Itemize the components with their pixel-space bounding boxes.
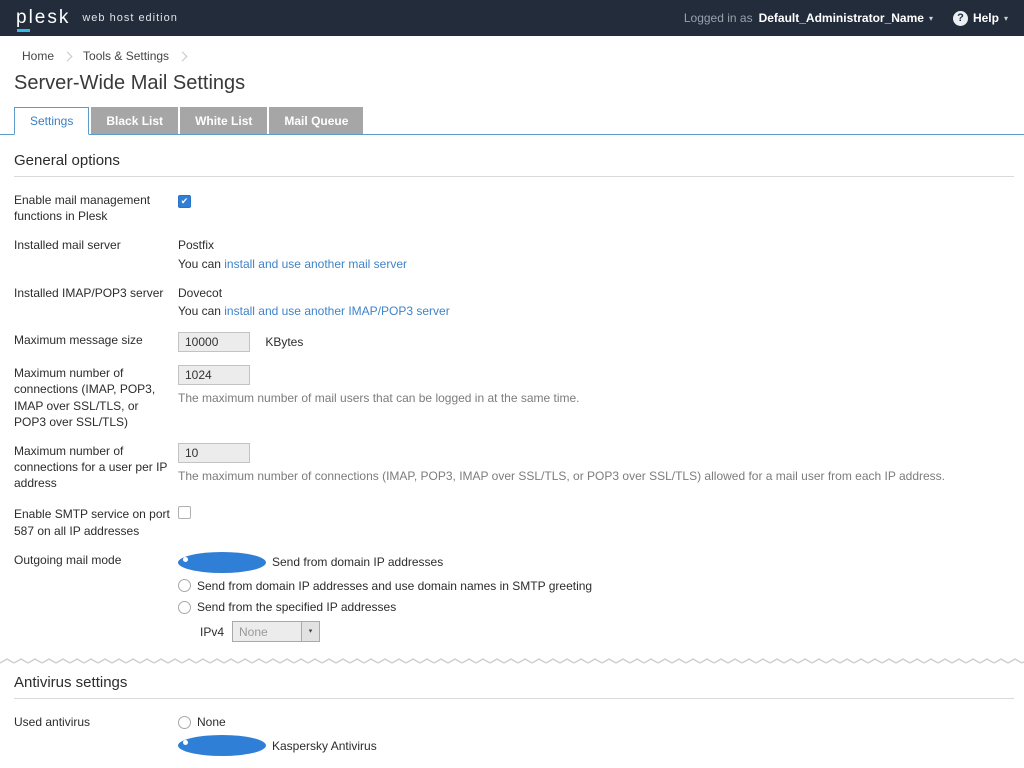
radio-label: Kaspersky Antivirus — [272, 738, 377, 754]
max-message-size-input[interactable] — [178, 332, 250, 352]
ipv4-select[interactable]: None ▾ — [232, 621, 320, 642]
tab-white-list[interactable]: White List — [180, 107, 267, 134]
form-row-outgoing-mail-mode: Outgoing mail mode Send from domain IP a… — [14, 552, 1014, 642]
note-prefix: You can — [178, 257, 224, 271]
form-row-mail-server: Installed mail server Postfix You can in… — [14, 237, 1014, 271]
note-prefix: You can — [178, 304, 224, 318]
imap-server-note: You can install and use another IMAP/POP… — [178, 303, 1014, 319]
chevron-down-icon: ▾ — [1004, 14, 1008, 23]
outgoing-option-domain-ip-smtp-greeting[interactable]: Send from domain IP addresses and use do… — [178, 578, 1014, 594]
form-row-smtp-587: Enable SMTP service on port 587 on all I… — [14, 506, 1014, 538]
field-label: Maximum number of connections for a user… — [14, 443, 170, 492]
radio-label: Send from the specified IP addresses — [197, 599, 396, 615]
imap-server-value: Dovecot — [178, 285, 1014, 301]
section-heading-general-options: General options — [14, 135, 1014, 177]
check-icon: ✔ — [181, 197, 189, 206]
help-label: Help — [973, 11, 999, 25]
page-title: Server-Wide Mail Settings — [0, 63, 1024, 107]
top-header: plesk web host edition Logged in as Defa… — [0, 0, 1024, 36]
field-label: Maximum message size — [14, 332, 170, 352]
header-right: Logged in as Default_Administrator_Name … — [684, 11, 1008, 26]
form-row-max-connections-per-ip: Maximum number of connections for a user… — [14, 443, 1014, 492]
radio-label: Send from domain IP addresses and use do… — [197, 578, 592, 594]
tab-mail-queue[interactable]: Mail Queue — [269, 107, 363, 134]
outgoing-option-specified-ip[interactable]: Send from the specified IP addresses — [178, 599, 1014, 615]
radio-label: Send from domain IP addresses — [272, 554, 443, 570]
field-label: Enable mail management functions in Ples… — [14, 192, 170, 224]
edition-label: web host edition — [82, 12, 178, 24]
unit-label: KBytes — [265, 335, 303, 349]
ipv4-selected-value: None — [233, 624, 301, 640]
form-row-used-antivirus: Used antivirus None Kaspersky Antivirus — [14, 714, 1014, 761]
field-hint: The maximum number of connections (IMAP,… — [178, 468, 1014, 484]
smtp-587-checkbox[interactable]: ✔ — [178, 506, 191, 519]
radio-icon[interactable] — [178, 579, 191, 592]
tab-black-list[interactable]: Black List — [91, 107, 178, 134]
field-label: Maximum number of connections (IMAP, POP… — [14, 365, 170, 430]
breadcrumb-separator-icon — [178, 51, 188, 61]
outgoing-option-domain-ip[interactable]: Send from domain IP addresses — [178, 552, 1014, 573]
ipv4-label: IPv4 — [200, 624, 224, 640]
enable-mail-checkbox[interactable]: ✔ — [178, 195, 191, 208]
form-row-enable-mail: Enable mail management functions in Ples… — [14, 192, 1014, 224]
field-label: Enable SMTP service on port 587 on all I… — [14, 506, 170, 538]
help-icon: ? — [953, 11, 968, 26]
chevron-down-icon: ▾ — [301, 622, 319, 641]
radio-icon[interactable] — [178, 716, 191, 729]
antivirus-option-none[interactable]: None — [178, 714, 1014, 730]
user-menu[interactable]: Default_Administrator_Name — [759, 11, 924, 25]
max-connections-input[interactable] — [178, 365, 250, 385]
max-connections-per-ip-input[interactable] — [178, 443, 250, 463]
radio-selected-icon[interactable] — [178, 552, 266, 573]
antivirus-option-kaspersky[interactable]: Kaspersky Antivirus — [178, 735, 1014, 756]
field-label: Used antivirus — [14, 714, 170, 761]
radio-label: None — [197, 714, 226, 730]
ipv4-select-row: IPv4 None ▾ — [200, 621, 1014, 642]
install-imap-server-link[interactable]: install and use another IMAP/POP3 server — [224, 304, 449, 318]
field-hint: The maximum number of mail users that ca… — [178, 390, 1014, 406]
field-label: Installed mail server — [14, 237, 170, 271]
install-mail-server-link[interactable]: install and use another mail server — [224, 257, 407, 271]
tab-bar: Settings Black List White List Mail Queu… — [0, 107, 1024, 135]
chevron-down-icon: ▾ — [929, 14, 933, 23]
breadcrumb-separator-icon — [63, 51, 73, 61]
section-heading-antivirus: Antivirus settings — [14, 666, 1014, 699]
field-label: Installed IMAP/POP3 server — [14, 285, 170, 319]
mail-server-value: Postfix — [178, 237, 1014, 253]
plesk-logo: plesk — [16, 7, 70, 29]
breadcrumb: Home Tools & Settings — [0, 36, 1024, 63]
mail-server-note: You can install and use another mail ser… — [178, 256, 1014, 272]
breadcrumb-tools-settings[interactable]: Tools & Settings — [83, 49, 169, 63]
form-row-imap-server: Installed IMAP/POP3 server Dovecot You c… — [14, 285, 1014, 319]
logged-in-as-label: Logged in as — [684, 11, 753, 25]
zigzag-divider — [0, 656, 1024, 666]
radio-selected-icon[interactable] — [178, 735, 266, 756]
field-label: Outgoing mail mode — [14, 552, 170, 642]
help-menu[interactable]: ? Help ▾ — [953, 11, 1008, 26]
form-row-max-connections: Maximum number of connections (IMAP, POP… — [14, 365, 1014, 430]
breadcrumb-home[interactable]: Home — [22, 49, 54, 63]
form-row-max-message-size: Maximum message size KBytes — [14, 332, 1014, 352]
tab-settings[interactable]: Settings — [14, 107, 89, 135]
radio-icon[interactable] — [178, 601, 191, 614]
